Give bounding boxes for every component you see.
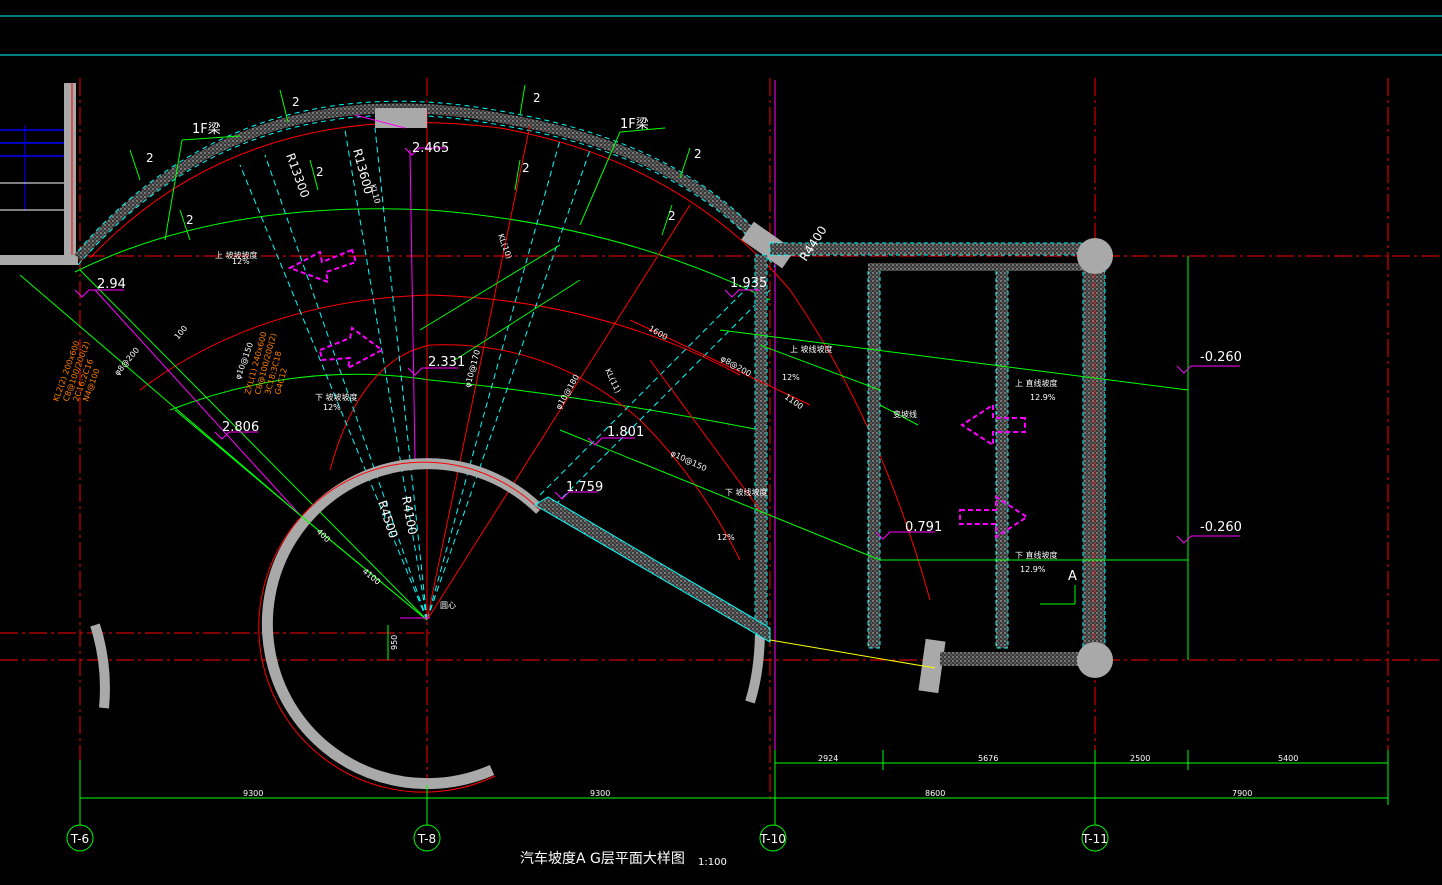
slope-label-down-straight: 下 直线坡度: [1015, 550, 1058, 560]
stair-wall: [0, 83, 78, 265]
orange-notes: KL2(2) 200x600 C8@100/200(2) 2C16;2C16 N…: [51, 331, 289, 403]
slope-label-up-curve: 上 坡坡坡度: [215, 250, 258, 260]
axis-label-t6: T-6: [70, 832, 89, 846]
break-2-d: 2: [316, 165, 324, 179]
dim-2500: 2500: [1130, 754, 1150, 763]
axis-bubbles: [66, 824, 1109, 852]
break-2-b: 2: [186, 213, 194, 227]
dim-9300-a: 9300: [243, 789, 263, 798]
slope-lines: [19, 127, 1189, 660]
frame-lines: [0, 15, 1442, 56]
elevation-minus-0260-b: -0.260: [1200, 520, 1242, 535]
column-walls: [90, 108, 946, 709]
radius-r4500: R4500: [375, 499, 400, 540]
dim-7900: 7900: [1232, 789, 1252, 798]
dim-8600: 8600: [925, 789, 945, 798]
beam-1f-right: 1F梁: [620, 117, 649, 132]
slope-12-d: 12%: [717, 533, 735, 542]
elevation-2465: 2.465: [412, 141, 449, 156]
dim-5676: 5676: [978, 754, 998, 763]
radius-r4100: R4100: [399, 495, 420, 536]
section-a-label: A: [1068, 569, 1077, 584]
drawing-title: 汽车坡度A G层平面大样图 1:100: [520, 850, 727, 868]
beam-1f-left: 1F梁: [192, 122, 221, 137]
rebar-8-200-a: φ8@200: [113, 346, 142, 378]
ramp-arcs: [74, 208, 771, 431]
dim-1100: 1100: [783, 392, 805, 411]
beam-kl10: KL10: [368, 183, 382, 205]
slope-label-down-curve: 下 坡坡坡度: [315, 392, 358, 402]
center-point-label: 圆心: [440, 601, 456, 610]
inner-circle-wall: [258, 458, 544, 793]
break-2-f: 2: [522, 161, 530, 175]
slope-label-up-ramp: 上 坡线坡度: [790, 344, 833, 354]
dimension-lines: [79, 625, 1389, 825]
elevation-1935: 1.935: [730, 276, 767, 291]
slope-129-a: 12.9%: [1030, 393, 1056, 402]
dim-100: 100: [173, 324, 190, 341]
break-2-h: 2: [668, 209, 676, 223]
dim-400: 400: [315, 527, 332, 544]
dim-4100: 4100: [361, 567, 382, 587]
elevation-2806: 2.806: [222, 420, 259, 435]
drawing-title-main: 汽车坡度A G层平面大样图: [520, 850, 685, 867]
dim-950: 950: [390, 635, 399, 650]
elevation-0791: 0.791: [905, 520, 942, 535]
direction-arrows: [287, 248, 1029, 539]
axis-labels: T-6 T-8 T-10 T-11: [70, 832, 1108, 846]
elevation-2331: 2.331: [428, 355, 465, 370]
slope-label-up-straight: 上 直线坡度: [1015, 378, 1058, 388]
break-2-g: 2: [694, 147, 702, 161]
break-2-c: 2: [292, 95, 300, 109]
cad-drawing: 2.465 2.94 2.331 2.806 1.935 1.801 1.759…: [0, 15, 1442, 868]
rebar-10-150-a: φ10@150: [669, 449, 708, 474]
slope-12-b: 12%: [323, 403, 341, 412]
axis-label-t8: T-8: [417, 832, 436, 846]
rebar-10-180: φ10@180: [554, 373, 581, 411]
dim-2924: 2924: [818, 754, 838, 763]
slope-129-b: 12.9%: [1020, 565, 1046, 574]
radius-r13300: R13300: [283, 151, 312, 199]
elevation-1759: 1.759: [566, 480, 603, 495]
slope-12-c: 12%: [782, 373, 800, 382]
dim-1600: 1600: [647, 324, 669, 342]
axis-grid: [0, 78, 1442, 800]
slope-label-down-ramp: 下 坡线坡度: [725, 487, 768, 497]
drawing-title-scale: 1:100: [698, 857, 727, 868]
axis-label-t10: T-10: [759, 832, 786, 846]
elevation-294: 2.94: [97, 277, 126, 292]
change-slope-line: 变坡线: [893, 409, 917, 419]
dim-9300-b: 9300: [590, 789, 610, 798]
straight-ramp: [534, 238, 1113, 678]
break-2-a: 2: [146, 151, 154, 165]
break-2-e: 2: [533, 91, 541, 105]
dim-5400: 5400: [1278, 754, 1298, 763]
beam-kl-11: KL(11): [603, 367, 622, 394]
elevation-1801: 1.801: [607, 425, 644, 440]
elevation-minus-0260-a: -0.260: [1200, 350, 1242, 365]
axis-label-t11: T-11: [1081, 832, 1108, 846]
